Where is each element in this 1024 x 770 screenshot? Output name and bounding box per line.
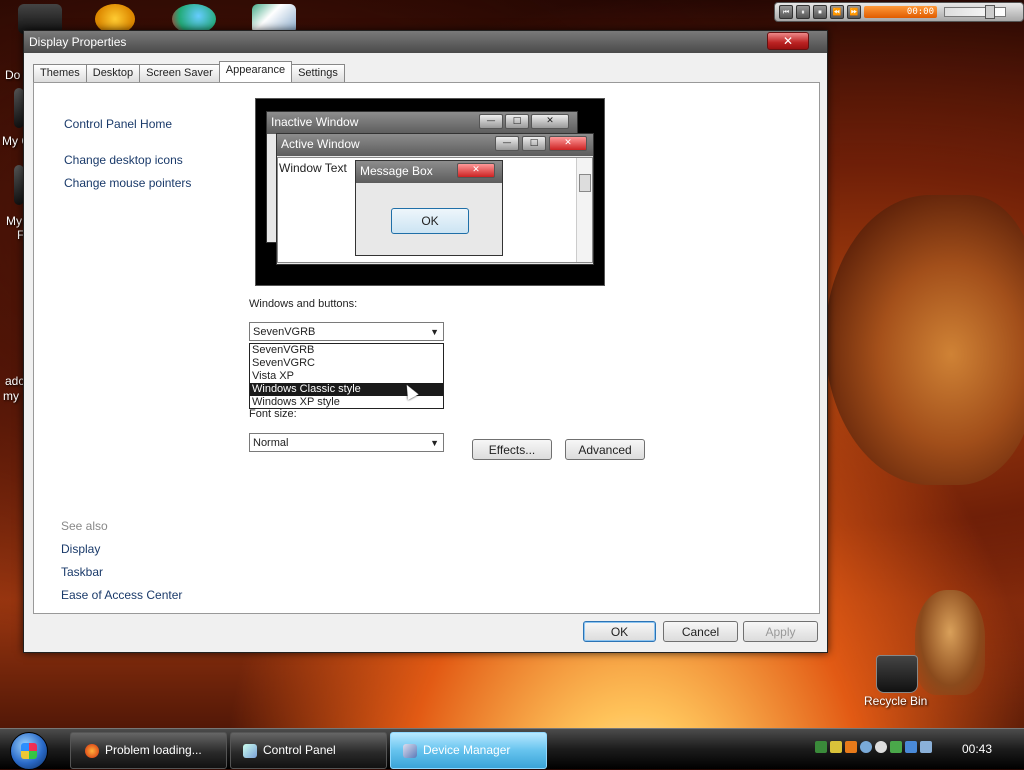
forward-icon[interactable]: ⏩ [847, 5, 861, 19]
messenger-icon[interactable] [860, 741, 872, 753]
windows-and-buttons-dropdown: SevenVGRB SevenVGRC Vista XP Windows Cla… [249, 343, 444, 409]
start-button[interactable] [10, 732, 48, 770]
dropdown-option-windows-xp[interactable]: Windows XP style [250, 396, 443, 409]
preview-scroll-thumb [579, 174, 591, 192]
taskbar-firefox-label: Problem loading... [105, 743, 202, 757]
preview-close-icon: ✕ [531, 114, 569, 129]
preview-ok-button: OK [391, 208, 469, 234]
font-size-select[interactable]: Normal ▼ [249, 433, 444, 452]
clock[interactable]: 00:43 [962, 729, 992, 769]
advanced-button[interactable]: Advanced [565, 439, 645, 460]
windows-and-buttons-value: SevenVGRB [253, 326, 316, 338]
taskbar-device-manager[interactable]: Device Manager [390, 732, 547, 769]
apply-button[interactable]: Apply [743, 621, 818, 642]
change-mouse-pointers-link[interactable]: Change mouse pointers [64, 176, 191, 190]
taskbar-control-panel[interactable]: Control Panel [230, 732, 387, 769]
window-title: Display Properties [29, 35, 127, 49]
device-manager-icon [403, 743, 417, 758]
see-also-ease-of-access-link[interactable]: Ease of Access Center [61, 588, 182, 602]
control-panel-icon [243, 743, 257, 758]
display-properties-window: Display Properties ✕ Themes Desktop Scre… [23, 30, 828, 653]
update-icon[interactable] [830, 741, 842, 753]
pause-icon[interactable]: ⏸ [796, 5, 810, 19]
appearance-preview: Inactive Window — □ ✕ Active Window — □ … [255, 98, 605, 286]
desktop-label-adc: adc [5, 374, 25, 388]
volume-knob[interactable] [985, 5, 995, 19]
recycle-bin-label[interactable]: Recycle Bin [864, 694, 927, 708]
media-player-widget: ⏮ ⏸ ⏹ ⏪ ⏩ 00:00 [774, 2, 1024, 22]
volume-slider[interactable] [944, 5, 1006, 19]
cancel-button[interactable]: Cancel [663, 621, 738, 642]
preview-active-minimize-icon: — [495, 136, 519, 151]
desktop-label-do: Do [5, 68, 21, 82]
desktop-label-my2: my [3, 389, 19, 403]
preview-message-close-icon: ✕ [457, 163, 495, 178]
preview-scrollbar [576, 158, 592, 262]
font-size-value: Normal [253, 437, 289, 449]
tab-strip: Themes Desktop Screen Saver Appearance S… [33, 61, 345, 82]
lion-wallpaper-image [825, 195, 1024, 485]
preview-active-close-icon: ✕ [549, 136, 587, 151]
taskbar: Problem loading... Control Panel Device … [0, 728, 1024, 770]
windows-and-buttons-label: Windows and buttons: [249, 298, 358, 310]
media-time-display: 00:00 [864, 6, 937, 18]
windows-logo-icon [21, 743, 37, 759]
dropdown-option-vista-xp[interactable]: Vista XP [250, 370, 443, 383]
see-also-taskbar-link[interactable]: Taskbar [61, 565, 103, 579]
dropdown-option-sevenvgrb[interactable]: SevenVGRB [250, 344, 443, 357]
preview-minimize-icon: — [479, 114, 503, 129]
preview-active-maximize-icon: □ [522, 136, 546, 151]
windows-and-buttons-select[interactable]: SevenVGRB ▼ [249, 322, 444, 341]
tab-themes[interactable]: Themes [33, 64, 87, 82]
tab-appearance[interactable]: Appearance [218, 61, 293, 82]
close-button[interactable]: ✕ [767, 32, 809, 50]
taskbar-firefox[interactable]: Problem loading... [70, 732, 227, 769]
font-size-chevron-down-icon: ▼ [430, 438, 439, 448]
system-tray [815, 741, 932, 753]
ok-button[interactable]: OK [583, 621, 656, 642]
tab-screen-saver[interactable]: Screen Saver [139, 64, 220, 82]
tab-settings[interactable]: Settings [291, 64, 345, 82]
preview-maximize-icon: □ [505, 114, 529, 129]
font-size-label: Font size: [249, 408, 297, 420]
cub-wallpaper-image [915, 590, 985, 695]
appearance-panel: Control Panel Home Change desktop icons … [33, 82, 820, 614]
preview-active-title: Active Window [281, 137, 360, 151]
see-also-display-link[interactable]: Display [61, 542, 100, 556]
taskbar-control-panel-label: Control Panel [263, 743, 336, 757]
rewind-icon[interactable]: ⏪ [830, 5, 844, 19]
recycle-bin-icon[interactable] [876, 655, 918, 693]
media-tray-icon[interactable] [845, 741, 857, 753]
control-panel-home-link[interactable]: Control Panel Home [64, 117, 172, 131]
antivirus-icon[interactable] [890, 741, 902, 753]
tab-desktop[interactable]: Desktop [85, 64, 141, 82]
see-also-heading: See also [61, 519, 108, 533]
desktop-label-my: My [6, 214, 22, 228]
display-tray-icon[interactable] [905, 741, 917, 753]
preview-message-box: Message Box ✕ OK [355, 160, 503, 256]
volume-icon[interactable] [920, 741, 932, 753]
stop-icon[interactable]: ⏹ [813, 5, 827, 19]
preview-inactive-title: Inactive Window [271, 115, 359, 129]
preview-window-text: Window Text [279, 161, 347, 175]
preview-message-title: Message Box [360, 164, 433, 178]
chevron-down-icon: ▼ [430, 327, 439, 337]
change-desktop-icons-link[interactable]: Change desktop icons [64, 153, 183, 167]
firefox-icon [85, 743, 99, 758]
network-icon[interactable] [815, 741, 827, 753]
effects-button[interactable]: Effects... [472, 439, 552, 460]
dropdown-option-sevenvgrc[interactable]: SevenVGRC [250, 357, 443, 370]
smiley-icon[interactable] [875, 741, 887, 753]
taskbar-device-manager-label: Device Manager [423, 743, 511, 757]
prev-icon[interactable]: ⏮ [779, 5, 793, 19]
